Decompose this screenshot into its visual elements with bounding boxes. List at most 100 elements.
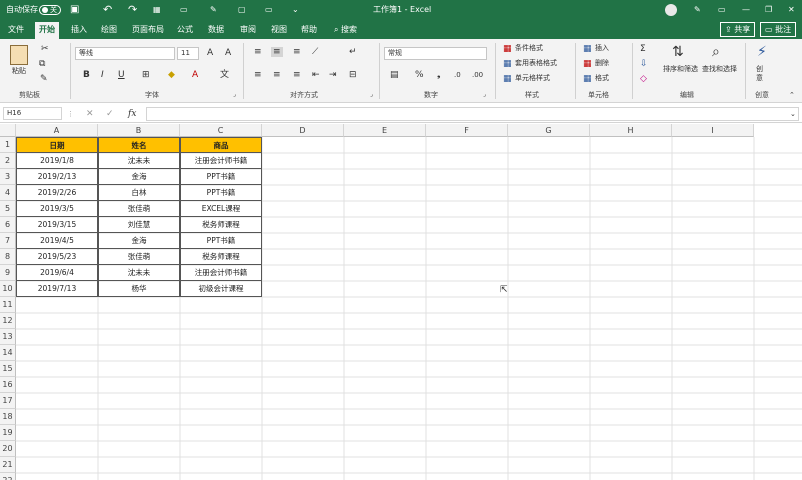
row-header[interactable]: 8 <box>0 249 16 265</box>
decrease-indent-icon[interactable]: ⇤ <box>312 70 320 80</box>
phonetic-icon[interactable]: 文 <box>220 70 229 80</box>
close-icon[interactable]: ✕ <box>788 4 795 16</box>
ideas-button[interactable]: 创意 <box>756 65 766 83</box>
decrease-decimal-icon[interactable]: .00 <box>472 70 483 80</box>
merge-center-icon[interactable]: ⊟ <box>349 70 357 80</box>
row-header[interactable]: 5 <box>0 201 16 217</box>
table-cell[interactable]: 注册会计师书籍 <box>180 265 262 281</box>
table-cell[interactable]: EXCEL课程 <box>180 201 262 217</box>
paste-label[interactable]: 粘贴 <box>12 67 26 76</box>
align-top-icon[interactable]: ≡ <box>254 47 262 57</box>
row-header[interactable]: 1 <box>0 137 16 153</box>
tab-file[interactable]: 文件 <box>8 24 24 36</box>
table-cell[interactable]: 2019/3/15 <box>16 217 98 233</box>
table-cell[interactable]: PPT书籍 <box>180 233 262 249</box>
italic-icon[interactable]: I <box>101 70 104 80</box>
minimize-icon[interactable]: — <box>742 4 750 16</box>
tab-draw[interactable]: 绘图 <box>101 24 117 36</box>
increase-font-icon[interactable]: A <box>207 48 213 58</box>
fill-color-icon[interactable]: ◆ <box>168 70 175 80</box>
pen-icon[interactable]: ✎ <box>694 4 701 16</box>
find-select-button[interactable]: 查找和选择 <box>702 65 737 74</box>
orientation-icon[interactable]: ⟋ <box>312 47 318 57</box>
align-right-icon[interactable]: ≡ <box>293 70 301 80</box>
select-all-corner[interactable] <box>0 124 16 137</box>
row-header[interactable]: 20 <box>0 441 16 457</box>
column-header[interactable]: H <box>590 124 672 137</box>
row-header[interactable]: 21 <box>0 457 16 473</box>
insert-cells-button[interactable]: 插入 <box>595 44 609 53</box>
bold-icon[interactable]: B <box>83 70 90 80</box>
row-header[interactable]: 14 <box>0 345 16 361</box>
insert-function-icon[interactable]: fx <box>128 109 136 119</box>
comment-icon[interactable]: ▭ <box>265 4 273 16</box>
column-header[interactable]: E <box>344 124 426 137</box>
comma-style-icon[interactable]: ❟ <box>437 70 441 80</box>
format-cells-icon[interactable]: ▦ <box>583 74 592 84</box>
copy-icon[interactable]: ⧉ <box>39 59 45 69</box>
borders-icon[interactable]: ⊞ <box>142 70 150 80</box>
worksheet-grid[interactable]: A B C D E F G H I 1 2 3 4 5 6 7 8 9 10 11 12 13 14 15 16 17 18 19 20… <box>0 124 802 480</box>
expand-formula-icon[interactable]: ⌄ <box>790 109 796 119</box>
row-header[interactable]: 15 <box>0 361 16 377</box>
table-cell[interactable]: 初级会计课程 <box>180 281 262 297</box>
ideas-icon[interactable]: ⚡ <box>757 43 767 61</box>
chart-icon[interactable]: ▦ <box>153 4 161 16</box>
cell-styles-button[interactable]: 单元格样式 <box>515 74 550 83</box>
table-cell[interactable]: 注册会计师书籍 <box>180 153 262 169</box>
column-header[interactable]: G <box>508 124 590 137</box>
row-header[interactable]: 10 <box>0 281 16 297</box>
screen-icon[interactable]: ▢ <box>238 4 246 16</box>
clear-icon[interactable]: ◇ <box>640 74 647 84</box>
cell-styles-icon[interactable]: ▦ <box>503 74 512 84</box>
table-cell[interactable]: 2019/1/8 <box>16 153 98 169</box>
row-header[interactable]: 19 <box>0 425 16 441</box>
account-icon[interactable] <box>665 4 677 16</box>
number-dialog-icon[interactable]: ⌟ <box>483 90 486 100</box>
format-table-icon[interactable]: ▦ <box>503 59 512 69</box>
table-header-cell[interactable]: 日期 <box>16 137 98 153</box>
table-cell[interactable]: 2019/6/4 <box>16 265 98 281</box>
undo-icon[interactable]: ↶ <box>103 4 112 16</box>
font-color-icon[interactable]: A <box>192 70 198 80</box>
save-icon[interactable]: ▣ <box>70 4 79 16</box>
column-header[interactable]: F <box>426 124 508 137</box>
format-painter-icon[interactable]: ✎ <box>40 74 48 84</box>
wrap-text-icon[interactable]: ↵ <box>349 47 357 57</box>
row-header[interactable]: 7 <box>0 233 16 249</box>
ribbon-display-icon[interactable]: ▭ <box>718 4 726 16</box>
font-dialog-icon[interactable]: ⌟ <box>233 90 236 100</box>
underline-icon[interactable]: U <box>118 70 125 80</box>
autosave-toggle[interactable]: 关 <box>39 5 61 15</box>
table-cell[interactable]: 税务师课程 <box>180 217 262 233</box>
row-header[interactable]: 13 <box>0 329 16 345</box>
tab-formulas[interactable]: 公式 <box>177 24 193 36</box>
column-header[interactable]: C <box>180 124 262 137</box>
restore-icon[interactable]: ❐ <box>765 4 772 16</box>
sort-filter-button[interactable]: 排序和筛选 <box>663 65 698 74</box>
search-box[interactable]: ⌕ 搜索 <box>334 24 357 36</box>
row-header[interactable]: 16 <box>0 377 16 393</box>
sort-filter-icon[interactable]: ⇅ <box>672 43 684 61</box>
accounting-icon[interactable]: ▤ <box>390 70 399 80</box>
tab-home[interactable]: 开始 <box>35 22 59 39</box>
format-cells-button[interactable]: 格式 <box>595 74 609 83</box>
number-format-select[interactable]: 常规 <box>384 47 487 60</box>
table-cell[interactable]: PPT书籍 <box>180 185 262 201</box>
tab-view[interactable]: 视图 <box>271 24 287 36</box>
column-header[interactable]: I <box>672 124 754 137</box>
row-header[interactable]: 12 <box>0 313 16 329</box>
tab-help[interactable]: 帮助 <box>301 24 317 36</box>
conditional-format-button[interactable]: 条件格式 <box>515 44 543 53</box>
collapse-ribbon-icon[interactable]: ⌃ <box>789 90 795 100</box>
insert-cells-icon[interactable]: ▦ <box>583 44 592 54</box>
tab-review[interactable]: 审阅 <box>240 24 256 36</box>
enter-icon[interactable]: ✓ <box>106 109 114 119</box>
format-as-table-button[interactable]: 套用表格格式 <box>515 59 557 68</box>
shape-icon[interactable]: ▭ <box>180 4 188 16</box>
qat-more-icon[interactable]: ⌄ <box>292 4 299 16</box>
table-cell[interactable]: 杨华 <box>98 281 180 297</box>
row-header[interactable]: 4 <box>0 185 16 201</box>
comments-button[interactable]: ▭ 批注 <box>760 22 797 37</box>
table-cell[interactable]: 张佳萌 <box>98 249 180 265</box>
